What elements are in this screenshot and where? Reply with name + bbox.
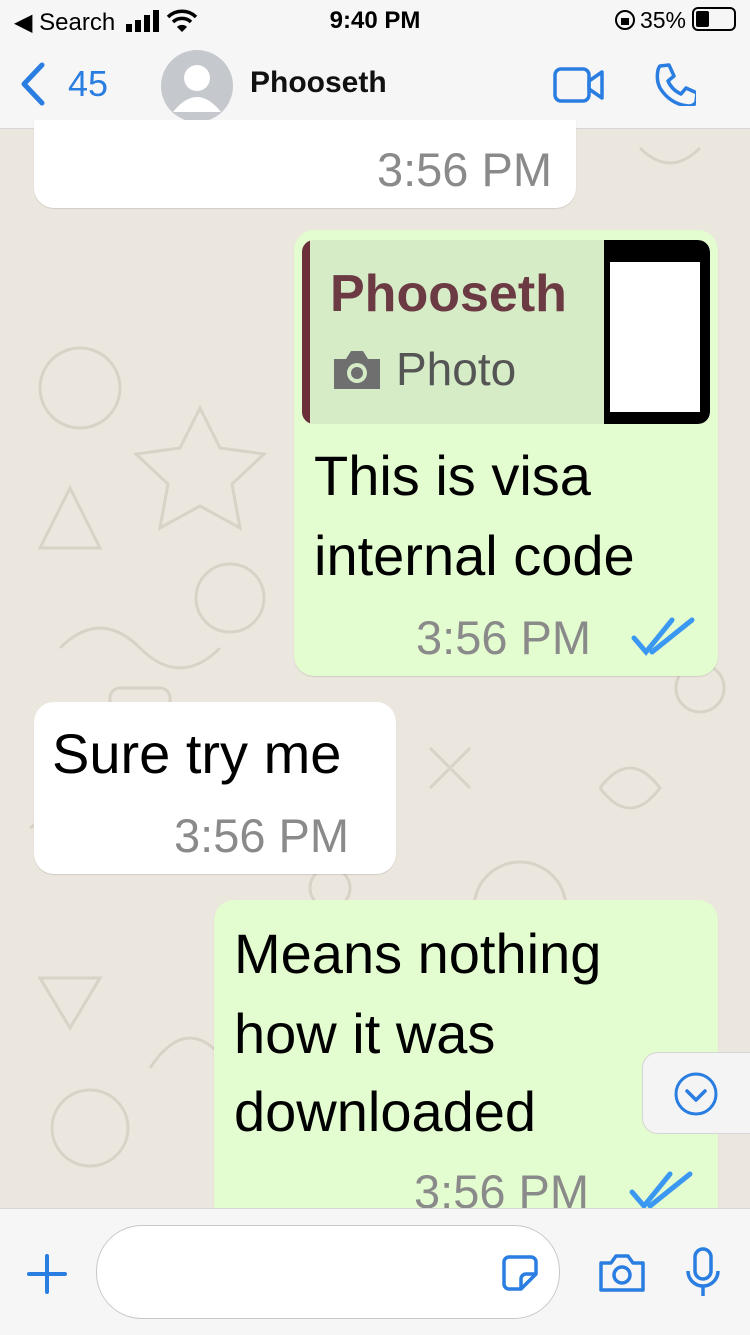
contact-name[interactable]: Phooseth [250,66,387,100]
message-timestamp: 3:56 PM [376,143,552,196]
microphone-icon[interactable] [684,1247,722,1299]
camera-icon[interactable] [598,1253,646,1293]
quote-bar [302,240,310,424]
status-bar: ◀ Search 9:40 PM 35% [0,0,750,44]
phone-call-icon[interactable] [652,62,696,106]
read-receipt-icon [631,617,695,656]
read-receipt-icon [629,1171,693,1210]
chevron-left-icon [21,62,45,106]
battery-percent: 35% [639,7,686,33]
person-icon [173,65,221,112]
chevron-down-circle-icon [674,1072,718,1116]
sticker-icon[interactable] [501,1254,539,1292]
rotation-lock-icon [614,10,635,30]
camera-icon [334,351,380,389]
message-text-line: how it was [234,1002,496,1065]
message-text-line: Means nothing [234,922,602,985]
video-call-icon[interactable] [553,66,605,104]
message-input[interactable] [121,1246,485,1298]
message-text: Sure try me [52,722,342,785]
scroll-to-bottom-button[interactable] [642,1052,750,1134]
quoted-thumbnail [604,240,710,424]
message-bubble-incoming[interactable]: Sure try me 3:56 PM [34,702,396,874]
message-timestamp: 3:56 PM [174,809,350,862]
message-text-line: This is visa [314,444,591,507]
contact-avatar[interactable] [161,50,233,122]
back-button[interactable]: 45 [18,58,108,110]
message-timestamp: 3:56 PM [416,611,592,664]
chat-header: 45 Phooseth [0,44,750,129]
battery-indicator: 35% [614,7,736,34]
message-composer [0,1208,750,1335]
message-text-line: internal code [314,524,635,587]
battery-icon [692,7,736,31]
message-bubble-incoming[interactable]: 3:56 PM [34,120,576,208]
quoted-sender: Phooseth [330,265,567,323]
plus-icon[interactable] [26,1253,68,1295]
quoted-type: Photo [330,342,516,396]
quoted-type-label: Photo [396,343,517,395]
quoted-reply[interactable]: Phooseth Photo [302,240,710,424]
unread-count: 45 [68,63,109,104]
message-input-field[interactable] [96,1225,560,1319]
message-text-line: downloaded [234,1080,537,1143]
